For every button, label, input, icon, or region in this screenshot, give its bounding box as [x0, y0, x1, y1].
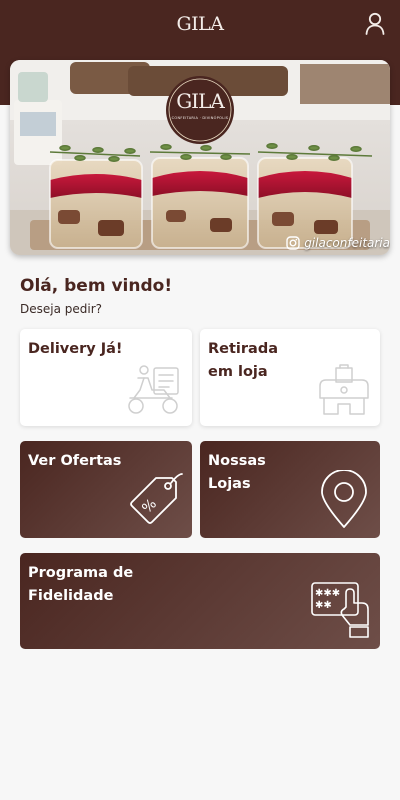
pickup-card[interactable]: Retirada em loja [200, 329, 380, 426]
discount-tag-icon: % [130, 473, 183, 524]
hero-badge: GILA CONFEITARIA · DIVINÓPOLIS [166, 86, 234, 120]
hero-banner[interactable]: GILA CONFEITARIA · DIVINÓPOLIS gilaconfe… [10, 60, 390, 255]
delivery-card-label: Delivery Já! [28, 341, 123, 357]
hero-badge-tagline: CONFEITARIA · DIVINÓPOLIS [171, 116, 229, 120]
pickup-card-label: Retirada em loja [208, 341, 279, 380]
instagram-handle: gilaconfeitaria [304, 236, 390, 250]
delivery-card[interactable]: Delivery Já! [20, 329, 192, 426]
user-account-button[interactable] [364, 12, 386, 36]
instagram-icon [286, 236, 300, 250]
user-icon [365, 12, 385, 35]
stores-card[interactable]: Nossas Lojas [200, 441, 380, 538]
loyalty-card-label: Programa de Fidelidade [28, 565, 134, 604]
svg-text:%: % [139, 496, 160, 517]
greeting-title: Olá, bem vindo! [20, 276, 173, 296]
stores-card-label: Nossas Lojas [208, 453, 266, 492]
map-pin-icon [321, 470, 367, 528]
app-logo: GILA [176, 13, 224, 35]
store-pickup-icon [319, 364, 369, 415]
loyalty-card-icon: ✱✱✱ ✱✱ [311, 582, 369, 638]
svg-text:✱✱✱: ✱✱✱ [315, 588, 340, 599]
svg-text:✱✱: ✱✱ [315, 600, 332, 611]
offers-card-label: Ver Ofertas [28, 453, 122, 469]
instagram-tag: gilaconfeitaria [286, 236, 390, 250]
greeting-subtitle: Deseja pedir? [20, 302, 103, 316]
loyalty-card[interactable]: Programa de Fidelidade ✱✱✱ ✱✱ [20, 553, 380, 649]
hero-badge-logo: GILA [176, 89, 225, 113]
delivery-scooter-icon [128, 365, 179, 414]
offers-card[interactable]: Ver Ofertas % [20, 441, 192, 538]
app-header: GILA [0, 0, 400, 48]
